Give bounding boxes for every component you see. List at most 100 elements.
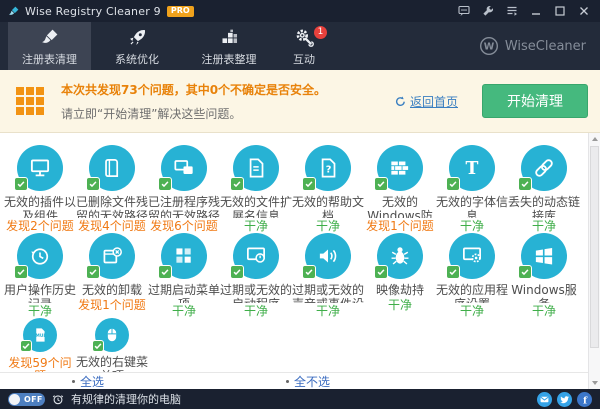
- item-status[interactable]: 发现59个问题: [4, 357, 76, 372]
- schedule-toggle[interactable]: OFF: [8, 393, 45, 406]
- scan-item-book[interactable]: 已删除文件残留的无效路径发现4个问题: [76, 145, 148, 233]
- scan-item-monitor[interactable]: 无效的插件以及组件发现2个问题: [4, 145, 76, 233]
- item-label: Windows服务: [508, 283, 580, 303]
- scan-item-startmenu[interactable]: 过期启动菜单项干净: [148, 233, 220, 318]
- item-status: 干净: [460, 305, 484, 318]
- maximize-button[interactable]: [548, 1, 572, 21]
- select-all-link[interactable]: 全选: [72, 373, 104, 390]
- settings-wrench-button[interactable]: [476, 1, 500, 21]
- item-checkbox[interactable]: [374, 265, 388, 279]
- refresh-icon: [395, 96, 406, 107]
- vertical-scrollbar[interactable]: [588, 133, 600, 389]
- status-bar: OFF 有规律的清理你的电脑 f: [0, 389, 600, 409]
- item-checkbox[interactable]: [14, 177, 28, 191]
- scroll-down-arrow[interactable]: [589, 377, 600, 389]
- scan-item-font[interactable]: T无效的字体信息干净: [436, 145, 508, 233]
- svg-text:?: ?: [326, 164, 332, 175]
- tab-label: 系统优化: [115, 51, 159, 67]
- item-checkbox[interactable]: [158, 265, 172, 279]
- scan-item-doc-question[interactable]: ?无效的帮助文档干净: [292, 145, 364, 233]
- item-checkbox[interactable]: [446, 265, 460, 279]
- item-checkbox[interactable]: [92, 340, 104, 352]
- item-checkbox[interactable]: [518, 265, 532, 279]
- item-status: 干净: [388, 299, 412, 312]
- tab-community[interactable]: 互动 1: [275, 22, 333, 70]
- scan-item-history[interactable]: 用户操作历史记录干净: [4, 233, 76, 318]
- back-home-link[interactable]: 返回首页: [395, 93, 458, 110]
- mail-icon[interactable]: [537, 392, 552, 407]
- start-clean-button[interactable]: 开始清理: [482, 84, 588, 118]
- item-checkbox[interactable]: [14, 265, 28, 279]
- select-none-link[interactable]: 全不选: [286, 373, 330, 390]
- item-label: 已注册程序残留的无效路径: [148, 195, 220, 218]
- item-checkbox[interactable]: [302, 265, 316, 279]
- svg-text:W: W: [484, 42, 495, 53]
- scan-item-screens[interactable]: 已注册程序残留的无效路径发现6个问题: [148, 145, 220, 233]
- scan-item-app-settings[interactable]: 无效的应用程序设置干净: [436, 233, 508, 318]
- item-label: 映像劫持: [364, 283, 436, 297]
- scrollbar-thumb[interactable]: [590, 146, 599, 348]
- item-label: 无效的卸载: [76, 283, 148, 297]
- scroll-up-arrow[interactable]: [589, 133, 600, 145]
- item-checkbox[interactable]: [374, 177, 388, 191]
- tab-registry-defrag[interactable]: 注册表整理: [183, 22, 275, 70]
- scan-item-sound[interactable]: 过期或无效的声音或事件设干净: [292, 233, 364, 318]
- tab-label: 互动: [293, 51, 315, 67]
- item-status[interactable]: 发现1个问题: [78, 299, 146, 312]
- item-status: 干净: [460, 220, 484, 233]
- scan-item-uninstall[interactable]: 无效的卸载发现1个问题: [76, 233, 148, 318]
- feedback-button[interactable]: [452, 1, 476, 21]
- minimize-button[interactable]: [524, 1, 548, 21]
- scan-item-link[interactable]: 丢失的动态链接库干净: [508, 145, 580, 233]
- item-checkbox[interactable]: [302, 177, 316, 191]
- item-status[interactable]: 发现1个问题: [366, 220, 434, 233]
- menu-button[interactable]: [500, 1, 524, 21]
- selection-links-row: 全选 全不选: [0, 372, 588, 389]
- app-logo-icon: [7, 5, 20, 18]
- item-status[interactable]: 发现2个问题: [6, 220, 74, 233]
- item-label: 无效的字体信息: [436, 195, 508, 218]
- item-label: 无效的插件以及组件: [4, 195, 76, 218]
- item-checkbox[interactable]: [230, 265, 244, 279]
- item-checkbox[interactable]: [86, 265, 100, 279]
- item-status: 干净: [532, 305, 556, 318]
- rocket-icon: [127, 26, 148, 48]
- scan-result-icon: [16, 87, 44, 115]
- item-status[interactable]: 发现4个问题: [78, 220, 146, 233]
- scan-items-grid: 无效的插件以及组件发现2个问题已删除文件残留的无效路径发现4个问题已注册程序残留…: [4, 145, 588, 372]
- item-label: 无效的帮助文档: [292, 195, 364, 218]
- window-title: Wise Registry Cleaner 9: [25, 5, 161, 18]
- tab-registry-clean[interactable]: 注册表清理: [8, 22, 91, 70]
- twitter-icon[interactable]: [557, 392, 572, 407]
- item-checkbox[interactable]: [86, 177, 100, 191]
- item-checkbox[interactable]: [230, 177, 244, 191]
- item-status: 干净: [244, 220, 268, 233]
- item-checkbox[interactable]: [446, 177, 460, 191]
- item-label: 过期或无效的启动程序: [220, 283, 292, 303]
- svg-text:MUI: MUI: [36, 333, 46, 339]
- scan-item-mouse[interactable]: 无效的右键菜单项: [76, 318, 148, 372]
- bullet-icon: [72, 380, 75, 383]
- facebook-icon[interactable]: f: [577, 392, 592, 407]
- scan-item-windows[interactable]: Windows服务干净: [508, 233, 580, 318]
- scan-item-mui[interactable]: MUIMUI缓存发现59个问题: [4, 318, 76, 372]
- scan-item-doc-lines[interactable]: 无效的文件扩展名信息干净: [220, 145, 292, 233]
- item-status[interactable]: 发现6个问题: [150, 220, 218, 233]
- item-label: 已删除文件残留的无效路径: [76, 195, 148, 218]
- defrag-icon: [219, 26, 240, 48]
- nav-bar: 注册表清理系统优化 注册表整理互动 1 W WiseCleaner: [0, 22, 600, 70]
- item-checkbox[interactable]: [20, 340, 32, 352]
- item-label: 无效的Windows防火: [364, 195, 436, 218]
- item-status: 干净: [532, 220, 556, 233]
- notification-badge: 1: [314, 26, 327, 39]
- item-label: 无效的右键菜单项: [76, 355, 148, 372]
- gear-icon: [294, 26, 315, 48]
- wisecleaner-logo[interactable]: W WiseCleaner: [479, 22, 586, 70]
- item-checkbox[interactable]: [518, 177, 532, 191]
- scan-item-bug[interactable]: 映像劫持干净: [364, 233, 436, 318]
- tab-system-tuneup[interactable]: 系统优化: [91, 22, 183, 70]
- scan-item-startup[interactable]: 过期或无效的启动程序干净: [220, 233, 292, 318]
- close-button[interactable]: [572, 1, 596, 21]
- scan-item-firewall[interactable]: 无效的Windows防火发现1个问题: [364, 145, 436, 233]
- item-checkbox[interactable]: [158, 177, 172, 191]
